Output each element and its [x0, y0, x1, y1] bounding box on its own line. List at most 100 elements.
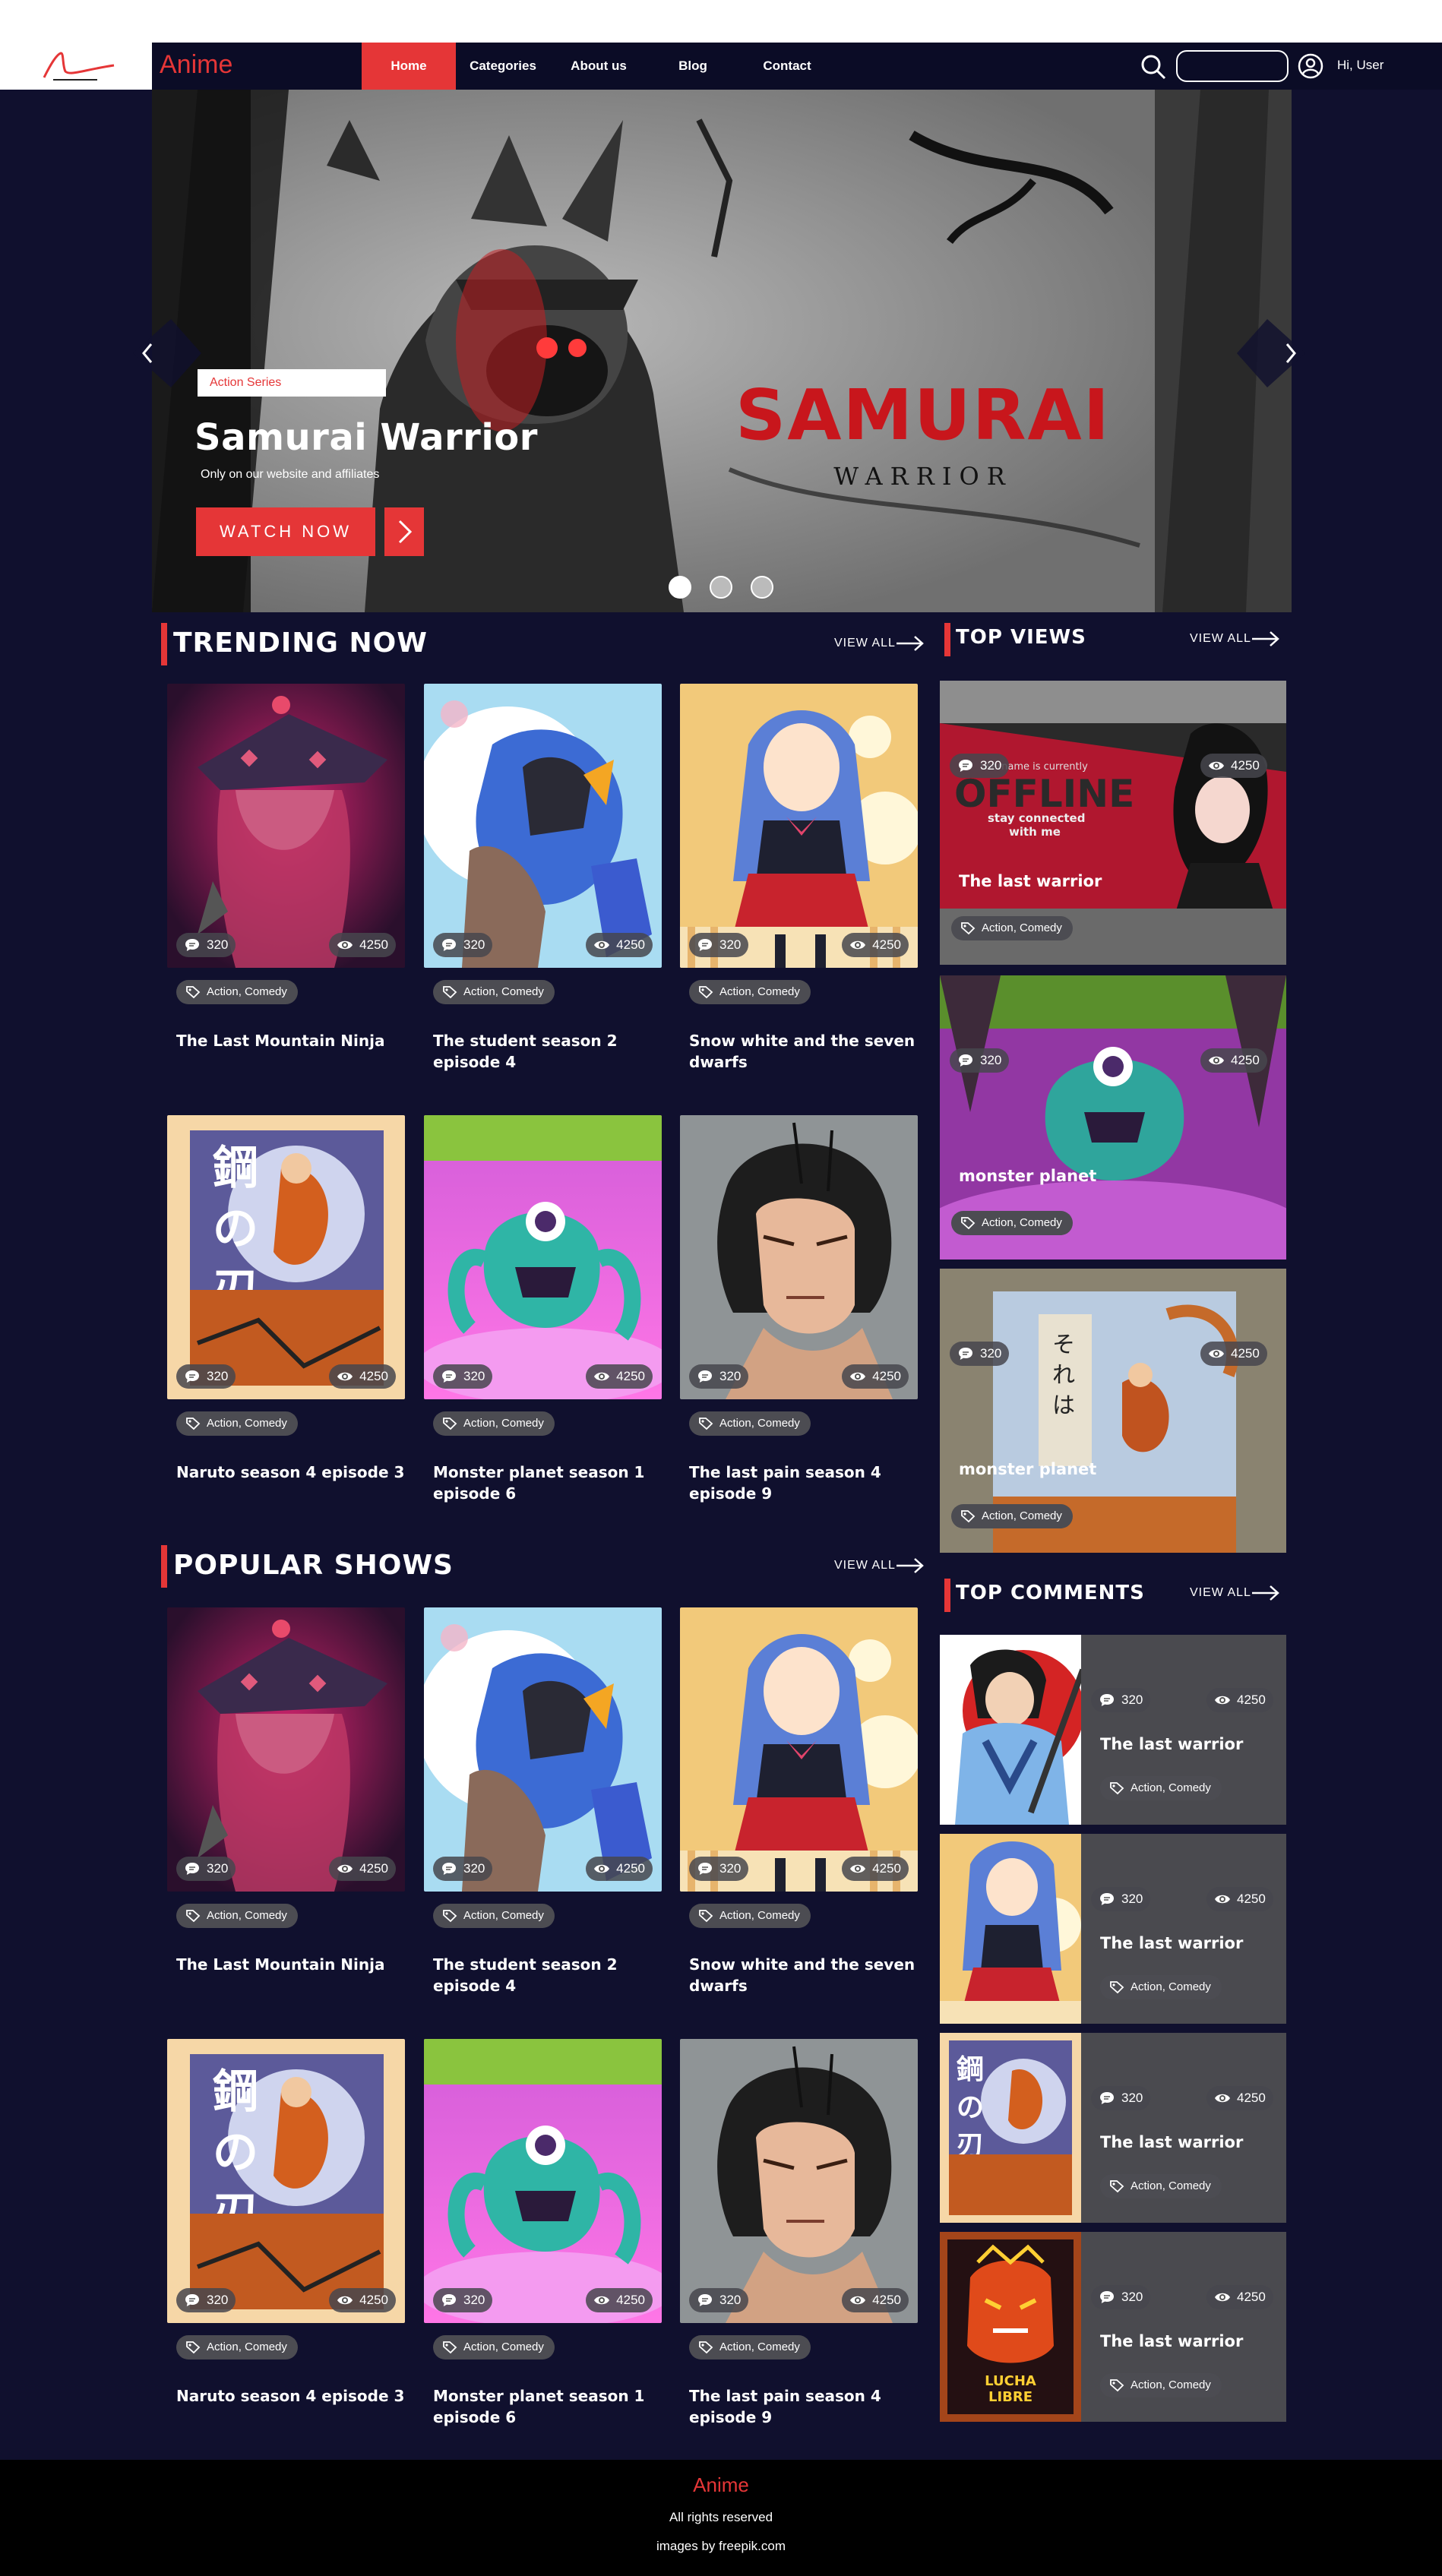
card-title[interactable]: Monster planet season 1 episode 6	[433, 1462, 669, 1504]
anime-card[interactable]: 320 4250 Action, Comedy Snow white and the …	[680, 684, 918, 1079]
card-thumbnail[interactable]	[680, 684, 918, 968]
card-title[interactable]: The student season 2 episode 4	[433, 1954, 669, 1996]
watch-arrow-button[interactable]	[384, 507, 424, 556]
card-title[interactable]: The Last Mountain Ninja	[176, 1030, 412, 1051]
genre-tag[interactable]: Action, Comedy	[176, 1904, 298, 1928]
anime-card[interactable]: 鋼の刃3204250Action, ComedyNaruto season 4 …	[167, 1115, 405, 1510]
nav-contact[interactable]: Contact	[745, 43, 830, 90]
svg-text:鋼: 鋼	[213, 1142, 258, 1195]
top-comment-name[interactable]: The last warrior	[1100, 2133, 1243, 2151]
card-thumbnail[interactable]	[424, 2039, 662, 2323]
genre-tag[interactable]: Action, Comedy	[433, 1904, 555, 1928]
genre-tag[interactable]: Action, Comedy	[689, 2335, 811, 2359]
genre-tag[interactable]: Action, Comedy	[176, 1411, 298, 1436]
anime-card[interactable]: 320 4250 Action, Comedy The Last Mountain N…	[167, 684, 405, 1079]
card-thumbnail[interactable]	[680, 1607, 918, 1892]
anime-card[interactable]: 320 4250 Action, Comedy The last pain seaso…	[680, 2039, 918, 2434]
nav-home[interactable]: Home	[362, 43, 456, 90]
genre-tag[interactable]: Action, Comedy	[1100, 1776, 1222, 1800]
comment-count: 320	[207, 1369, 229, 1383]
anime-card[interactable]: 320 4250 Action, Comedy Snow white and the …	[680, 1607, 918, 2002]
view-count-badge: 4250	[1200, 1048, 1267, 1073]
user-greeting[interactable]: Hi, User	[1337, 58, 1383, 73]
genre-tag[interactable]: Action, Comedy	[689, 980, 811, 1004]
genre-tag[interactable]: Action, Comedy	[176, 980, 298, 1004]
brand-name[interactable]: Anime	[160, 50, 232, 80]
anime-card[interactable]: 320 4250 Action, Comedy Monster planet seas…	[424, 1115, 662, 1510]
genre-tag[interactable]: Action, Comedy	[1100, 1975, 1222, 1999]
card-thumbnail[interactable]	[424, 684, 662, 968]
genre-tag[interactable]: Action, Comedy	[951, 916, 1073, 940]
top-comment-thumbnail[interactable]	[940, 1834, 1081, 2024]
card-thumbnail[interactable]: 鋼の刃	[167, 2039, 405, 2323]
anime-card[interactable]: 320 4250 Action, Comedy The student season …	[424, 684, 662, 1079]
card-thumbnail[interactable]	[680, 1115, 918, 1399]
view-count-badge: 4250	[586, 1857, 653, 1881]
genre-tag[interactable]: Action, Comedy	[951, 1504, 1073, 1528]
top-comment-name[interactable]: The last warrior	[1100, 1735, 1243, 1753]
comment-count: 320	[207, 1861, 229, 1876]
slider-dot-1[interactable]	[669, 576, 691, 599]
card-title[interactable]: The last pain season 4 episode 9	[689, 2385, 925, 2428]
slider-dot-2[interactable]	[710, 576, 732, 599]
card-thumbnail[interactable]	[424, 1115, 662, 1399]
card-title[interactable]: Naruto season 4 episode 3	[176, 1462, 412, 1483]
genre-tag[interactable]: Action, Comedy	[1100, 2174, 1222, 2198]
arrow-right-icon[interactable]	[895, 634, 925, 656]
watch-now-button[interactable]: WATCH NOW	[196, 507, 375, 556]
site-logo[interactable]	[0, 43, 152, 90]
top-view-name[interactable]: monster planet	[959, 1167, 1096, 1185]
top-comment-thumbnail[interactable]	[940, 1635, 1081, 1825]
top-views-view-all[interactable]: VIEW ALL	[1190, 632, 1251, 646]
card-title[interactable]: The Last Mountain Ninja	[176, 1954, 412, 1975]
card-thumbnail[interactable]	[424, 1607, 662, 1892]
anime-card[interactable]: 320 4250 Action, Comedy The student season …	[424, 1607, 662, 2002]
anime-card[interactable]: 320 4250 Action, Comedy The last pain seaso…	[680, 1115, 918, 1510]
card-title[interactable]: Snow white and the seven dwarfs	[689, 1954, 925, 1996]
search-input[interactable]	[1176, 50, 1289, 82]
genre-tag[interactable]: Action, Comedy	[689, 1411, 811, 1436]
card-thumbnail[interactable]	[167, 1607, 405, 1892]
search-icon[interactable]	[1140, 53, 1167, 81]
card-title[interactable]: Snow white and the seven dwarfs	[689, 1030, 925, 1073]
top-comment-name[interactable]: The last warrior	[1100, 1934, 1243, 1952]
hero-next-arrow[interactable]	[1237, 319, 1305, 387]
trending-view-all[interactable]: VIEW ALL	[834, 637, 896, 650]
genre-tag[interactable]: Action, Comedy	[433, 1411, 555, 1436]
genre-tag[interactable]: Action, Comedy	[176, 2335, 298, 2359]
top-comments-view-all[interactable]: VIEW ALL	[1190, 1586, 1251, 1600]
svg-text:鋼: 鋼	[213, 2066, 258, 2119]
nav-about[interactable]: About us	[556, 43, 641, 90]
anime-card[interactable]: 320 4250 Action, Comedy The Last Mountain N…	[167, 1607, 405, 2002]
card-thumbnail[interactable]	[167, 684, 405, 968]
arrow-right-icon[interactable]	[895, 1556, 925, 1579]
hero-prev-arrow[interactable]	[133, 319, 201, 387]
nav-categories[interactable]: Categories	[457, 43, 549, 90]
anime-card[interactable]: 320 4250 Action, Comedy Monster planet seas…	[424, 2039, 662, 2434]
arrow-right-icon[interactable]	[1251, 1583, 1281, 1606]
arrow-right-icon[interactable]	[1251, 629, 1281, 652]
user-icon[interactable]	[1298, 53, 1323, 79]
top-view-name[interactable]: The last warrior	[959, 872, 1102, 890]
card-title[interactable]: The student season 2 episode 4	[433, 1030, 669, 1073]
genre-tag[interactable]: Action, Comedy	[1100, 2373, 1222, 2397]
genre-tag[interactable]: Action, Comedy	[689, 1904, 811, 1928]
view-count-badge: 4250	[1206, 1688, 1273, 1712]
genre-tag[interactable]: Action, Comedy	[433, 2335, 555, 2359]
slider-dot-3[interactable]	[751, 576, 773, 599]
top-comment-thumbnail[interactable]: 鋼の刃	[940, 2033, 1081, 2223]
card-title[interactable]: Monster planet season 1 episode 6	[433, 2385, 669, 2428]
card-title[interactable]: The last pain season 4 episode 9	[689, 1462, 925, 1504]
card-title[interactable]: Naruto season 4 episode 3	[176, 2385, 412, 2407]
card-thumbnail[interactable]	[680, 2039, 918, 2323]
genre-tag[interactable]: Action, Comedy	[951, 1211, 1073, 1235]
top-view-name[interactable]: monster planet	[959, 1460, 1096, 1478]
anime-card[interactable]: 鋼の刃3204250Action, ComedyNaruto season 4 …	[167, 2039, 405, 2434]
popular-view-all[interactable]: VIEW ALL	[834, 1559, 896, 1572]
comment-icon	[185, 2294, 199, 2306]
tag-icon	[699, 986, 713, 999]
top-comment-name[interactable]: The last warrior	[1100, 2332, 1243, 2350]
genre-tag[interactable]: Action, Comedy	[433, 980, 555, 1004]
nav-blog[interactable]: Blog	[655, 43, 731, 90]
card-thumbnail[interactable]: 鋼の刃	[167, 1115, 405, 1399]
